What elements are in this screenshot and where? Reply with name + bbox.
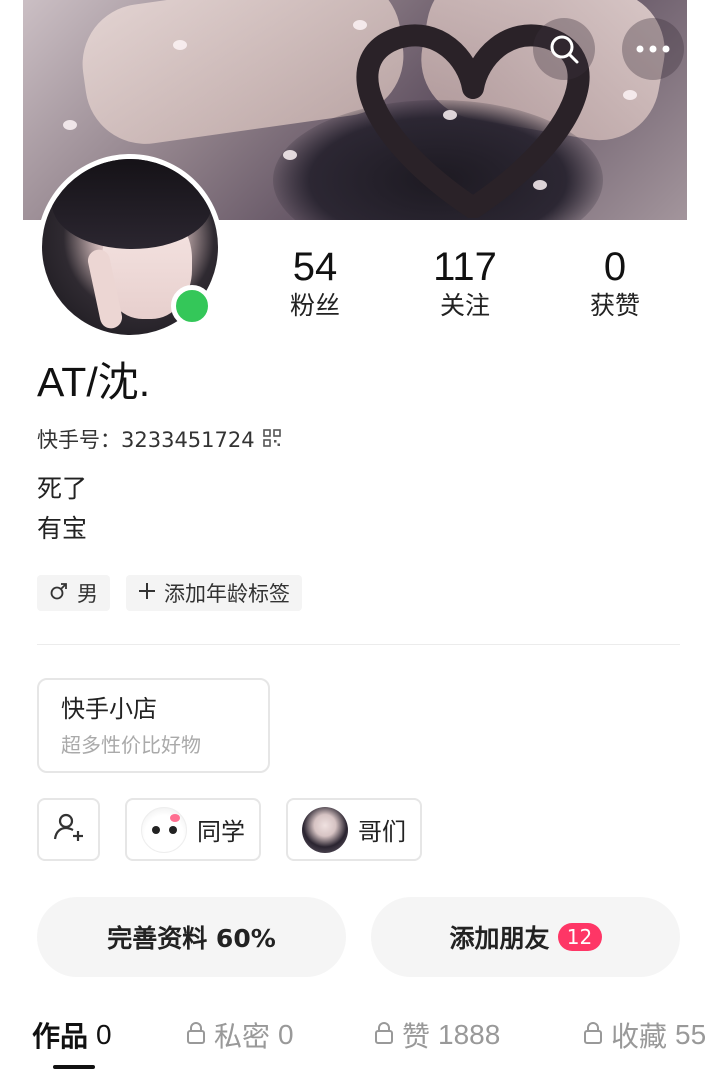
tab-favorites[interactable]: 收藏 55 (583, 1010, 706, 1060)
profile-actions: 完善资料 60% 添加朋友 12 (37, 897, 680, 977)
bio-line-1: 死了 (37, 474, 88, 503)
active-tab-indicator (53, 1065, 95, 1069)
tab-private-label: 私密 (214, 1020, 271, 1053)
gender-label: 男 (77, 582, 98, 606)
bros-chip[interactable]: 哥们 (286, 798, 422, 861)
add-age-tag-button[interactable]: 添加年龄标签 (126, 575, 302, 611)
add-friends-button[interactable]: 添加朋友 12 (371, 897, 680, 977)
kwai-id-row[interactable]: 快手号：3233451724 (37, 425, 281, 455)
male-icon (49, 581, 69, 606)
tab-works[interactable]: 作品 0 (32, 1010, 112, 1060)
lock-icon (374, 1019, 394, 1052)
bros-label: 哥们 (358, 818, 406, 846)
complete-profile-label: 完善资料 60% (107, 924, 276, 953)
classmate-chip[interactable]: 同学 (125, 798, 261, 861)
more-button[interactable] (622, 18, 684, 80)
stat-followers-value: 54 (292, 245, 338, 289)
add-friends-label: 添加朋友 (449, 924, 550, 953)
shop-subtitle: 超多性价比好物 (61, 733, 201, 757)
more-dots-icon (635, 44, 671, 54)
stat-likes-value: 0 (603, 245, 627, 289)
stat-following-value: 117 (433, 245, 497, 289)
kwai-shop-card[interactable]: 快手小店 超多性价比好物 (37, 678, 270, 773)
classmate-label: 同学 (197, 818, 245, 846)
gender-tag[interactable]: 男 (37, 575, 110, 611)
search-icon (547, 32, 581, 66)
tab-private-count: 0 (278, 1019, 294, 1050)
section-divider (37, 644, 680, 645)
stat-likes-label: 获赞 (589, 291, 640, 320)
content-tabs: 作品 0 私密 0 赞 1888 收藏 55 (0, 1010, 712, 1075)
bros-avatar (302, 806, 348, 853)
tab-liked-label: 赞 (402, 1020, 431, 1053)
tab-favorites-label: 收藏 (611, 1020, 668, 1053)
kwai-id-text: 快手号：3233451724 (37, 428, 255, 452)
add-user-icon (53, 811, 85, 849)
stat-followers[interactable]: 54 粉丝 (240, 244, 390, 334)
plus-icon (138, 581, 156, 605)
tab-works-label: 作品 (32, 1020, 89, 1053)
stat-likes[interactable]: 0 获赞 (540, 244, 690, 334)
stat-following-label: 关注 (439, 291, 490, 320)
tab-liked[interactable]: 赞 1888 (374, 1010, 500, 1060)
search-button[interactable] (533, 18, 595, 80)
profile-tags: 男 添加年龄标签 (37, 575, 302, 611)
bio-line-2: 有宝 (37, 514, 88, 543)
shop-title: 快手小店 (61, 695, 157, 723)
complete-profile-button[interactable]: 完善资料 60% (37, 897, 346, 977)
lock-icon (186, 1019, 206, 1052)
stat-following[interactable]: 117 关注 (390, 244, 540, 334)
add-friend-chip[interactable] (37, 798, 100, 861)
tab-favorites-count: 55 (675, 1019, 707, 1050)
stat-followers-label: 粉丝 (289, 291, 340, 320)
profile-name: AT/沈. (37, 359, 151, 405)
classmate-avatar (141, 806, 187, 853)
tab-private[interactable]: 私密 0 (186, 1010, 294, 1060)
relation-chips: 同学 哥们 (37, 798, 422, 861)
add-age-tag-label: 添加年龄标签 (164, 582, 290, 606)
tab-liked-count: 1888 (438, 1019, 501, 1050)
profile-stats: 54 粉丝 117 关注 0 获赞 (240, 244, 690, 334)
tab-works-count: 0 (96, 1019, 112, 1050)
online-status-dot (171, 285, 213, 327)
lock-icon (583, 1019, 603, 1052)
add-friends-badge: 12 (557, 923, 602, 951)
qr-code-icon (262, 425, 281, 455)
